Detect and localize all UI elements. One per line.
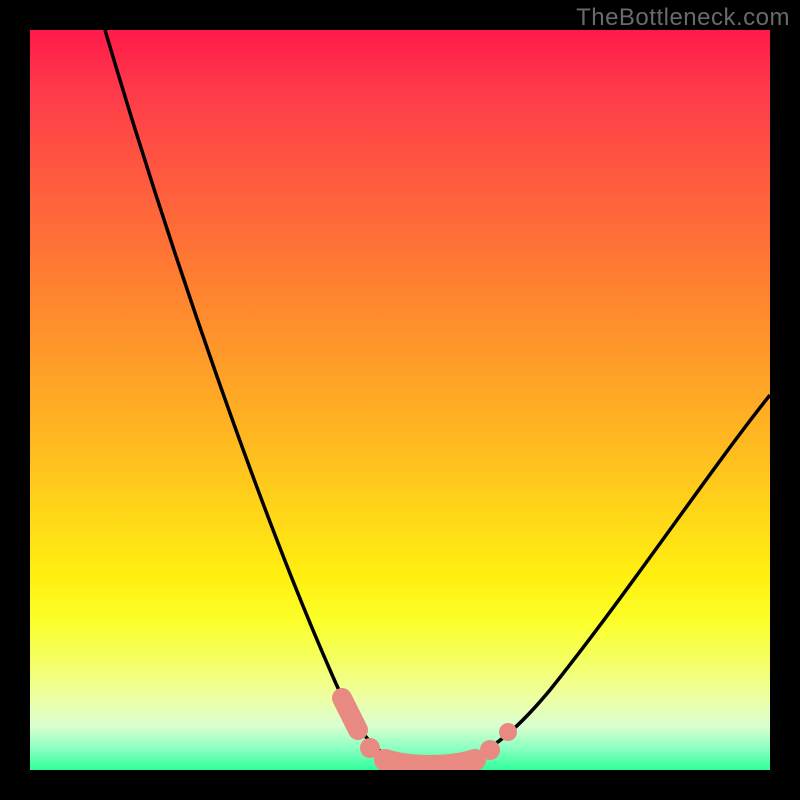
marker-left-segment — [342, 698, 358, 730]
marker-dot — [360, 738, 380, 758]
chart-plot-area — [30, 30, 770, 770]
marker-dot — [480, 740, 500, 760]
optimal-range-segment — [385, 760, 475, 766]
marker-dot — [499, 723, 517, 741]
bottleneck-curve — [105, 30, 770, 765]
chart-frame: TheBottleneck.com — [0, 0, 800, 800]
chart-svg — [30, 30, 770, 770]
watermark-text: TheBottleneck.com — [576, 4, 790, 32]
